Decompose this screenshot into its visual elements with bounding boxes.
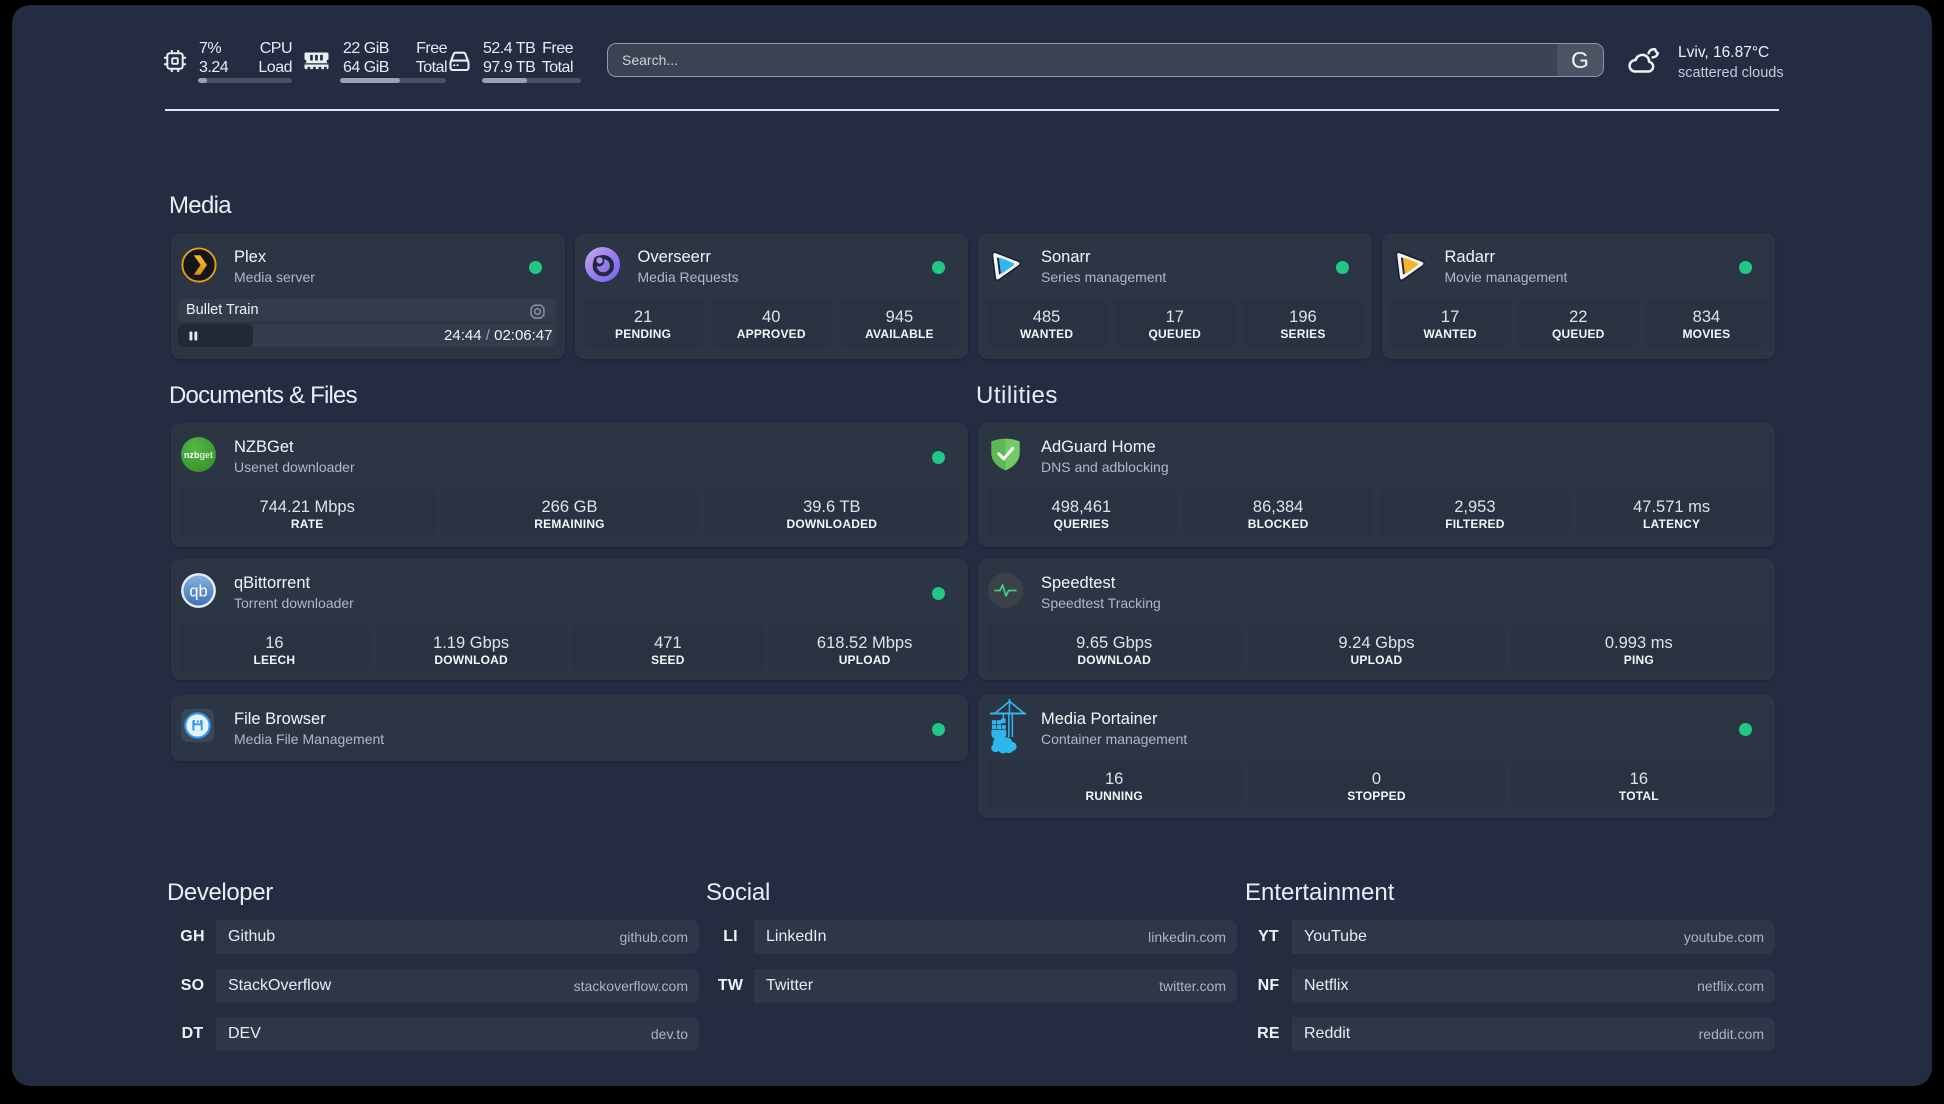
- svg-text:qb: qb: [189, 583, 207, 601]
- svg-text:nzbget: nzbget: [184, 450, 213, 460]
